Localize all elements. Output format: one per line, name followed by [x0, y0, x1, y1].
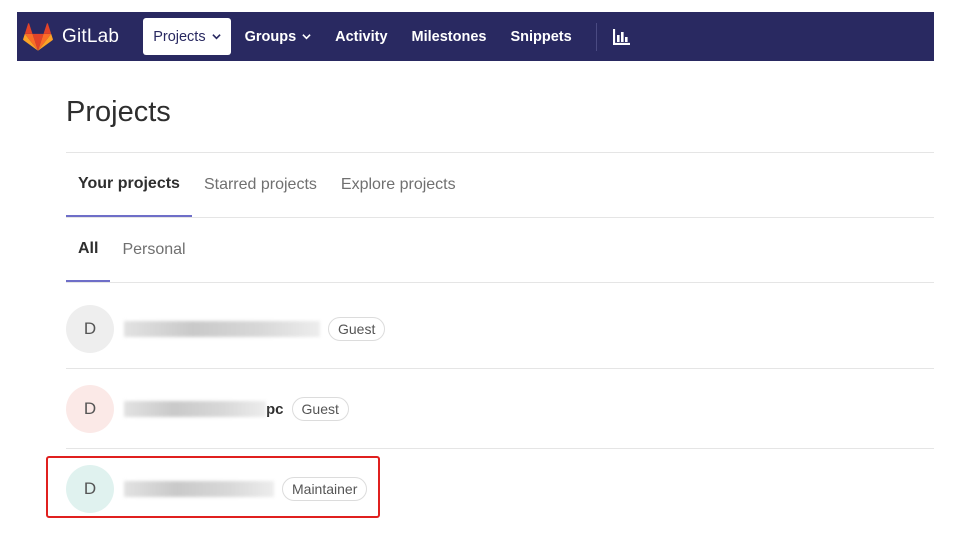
- top-navbar: GitLab Projects Groups Activity Mileston…: [17, 12, 934, 61]
- project-row[interactable]: D Guest: [66, 289, 934, 369]
- redacted-project-name: [124, 401, 266, 417]
- chevron-down-icon: [302, 34, 311, 40]
- nav-menu: Projects Groups Activity Milestones Snip…: [143, 12, 631, 61]
- nav-divider: [595, 22, 597, 51]
- project-avatar: D: [66, 385, 114, 433]
- nav-milestones-label: Milestones: [411, 28, 487, 45]
- subtab-all[interactable]: All: [66, 218, 111, 282]
- brand-name: GitLab: [62, 25, 120, 47]
- chart-icon[interactable]: [612, 28, 631, 45]
- nav-groups-dropdown[interactable]: Groups: [235, 18, 322, 55]
- nav-snippets-label: Snippets: [510, 28, 572, 45]
- project-tabs: Your projects Starred projects Explore p…: [66, 152, 468, 217]
- role-badge: Guest: [328, 317, 386, 341]
- project-avatar: D: [66, 305, 114, 353]
- project-row[interactable]: D pc Guest: [66, 369, 934, 449]
- nav-activity-label: Activity: [335, 28, 388, 45]
- divider: [66, 282, 934, 283]
- page-title: Projects: [66, 96, 171, 128]
- highlight-annotation-box: [46, 456, 380, 518]
- tab-starred-projects[interactable]: Starred projects: [192, 152, 329, 217]
- role-badge: Guest: [291, 397, 349, 421]
- nav-projects-dropdown[interactable]: Projects: [143, 18, 231, 55]
- tab-explore-projects[interactable]: Explore projects: [329, 152, 468, 217]
- project-name-suffix: pc: [266, 400, 284, 418]
- nav-activity-link[interactable]: Activity: [325, 18, 397, 55]
- nav-projects-label: Projects: [153, 28, 206, 45]
- subtab-personal[interactable]: Personal: [110, 218, 197, 282]
- redacted-project-name: [124, 321, 320, 337]
- nav-milestones-link[interactable]: Milestones: [402, 18, 497, 55]
- gitlab-logo-icon: [23, 22, 53, 51]
- tab-your-projects[interactable]: Your projects: [66, 152, 192, 217]
- chevron-down-icon: [211, 34, 221, 40]
- brand-home-link[interactable]: GitLab: [23, 22, 120, 51]
- project-filter-tabs: All Personal: [66, 218, 198, 282]
- nav-groups-label: Groups: [244, 28, 297, 45]
- nav-snippets-link[interactable]: Snippets: [500, 18, 581, 55]
